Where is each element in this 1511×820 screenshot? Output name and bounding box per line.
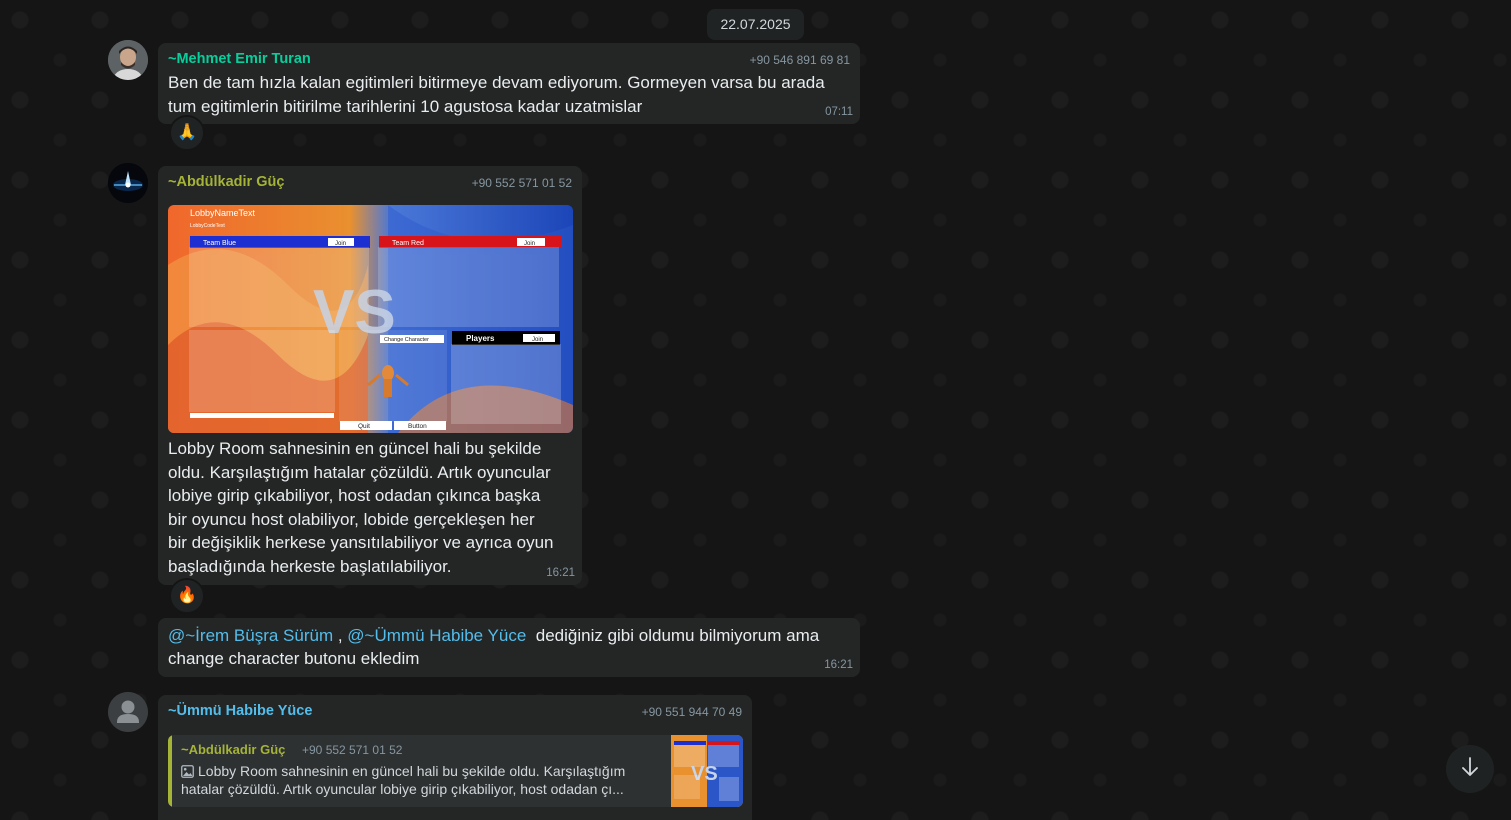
- image-join-blue: Join: [335, 241, 346, 247]
- quote-text-1: Lobby Room sahnesinin en güncel hali bu …: [198, 763, 626, 779]
- quote-phone: +90 552 571 01 52: [302, 743, 403, 757]
- image-lobby-code: LobbyCodeText: [190, 223, 225, 229]
- shared-image[interactable]: LobbyNameText LobbyCodeText Team Blue Jo…: [168, 205, 573, 433]
- image-change-character: Change Character: [384, 337, 429, 343]
- message-time: 16:21: [824, 659, 853, 671]
- sender-phone: +90 546 891 69 81: [749, 53, 850, 67]
- avatar-mehmet[interactable]: [108, 40, 148, 80]
- image-quit: Quit: [358, 423, 370, 430]
- message-time: 07:11: [825, 106, 853, 118]
- image-team-blue: Team Blue: [203, 240, 236, 247]
- reaction-badge[interactable]: 🙏: [169, 115, 205, 151]
- mention-irem[interactable]: @~İrem Büşra Sürüm: [168, 626, 333, 645]
- sender-name[interactable]: ~Mehmet Emir Turan: [168, 51, 311, 67]
- message-bubble-mehmet[interactable]: ~Mehmet Emir Turan +90 546 891 69 81 Ben…: [158, 43, 860, 124]
- message-bubble-mentions[interactable]: @~İrem Büşra Sürüm , @~Ümmü Habibe Yüce …: [158, 618, 860, 677]
- quote-text-line2: hatalar çözüldü. Artık oyuncular lobiye …: [181, 781, 624, 797]
- quoted-message[interactable]: ~Abdülkadir Güç +90 552 571 01 52 Lobby …: [168, 735, 743, 807]
- sender-phone: +90 551 944 70 49: [641, 705, 742, 719]
- message-bubble-ummu[interactable]: ~Ümmü Habibe Yüce +90 551 944 70 49 ~Abd…: [158, 695, 752, 820]
- date-chip: 22.07.2025: [707, 9, 804, 40]
- message-text-line2: change character butonu ekledim: [168, 649, 420, 668]
- image-team-red: Team Red: [392, 240, 424, 247]
- mention-ummu[interactable]: @~Ümmü Habibe Yüce: [347, 626, 526, 645]
- message-time: 16:21: [546, 567, 575, 579]
- image-join-red: Join: [524, 241, 535, 247]
- sender-name[interactable]: ~Ümmü Habibe Yüce: [168, 703, 312, 719]
- avatar-ummu[interactable]: [108, 692, 148, 732]
- quote-thumbnail: VS: [671, 735, 743, 807]
- image-join-players: Join: [532, 337, 543, 343]
- message-text: Ben de tam hızla kalan egitimleri bitirm…: [168, 73, 825, 116]
- message-text: Lobby Room sahnesinin en güncel hali bu …: [168, 439, 554, 576]
- person-icon: [108, 692, 148, 732]
- quote-sender: ~Abdülkadir Güç: [181, 742, 286, 757]
- message-bubble-abdulkadir[interactable]: ~Abdülkadir Güç +90 552 571 01 52 LobbyN…: [158, 166, 582, 585]
- image-button: Button: [408, 423, 427, 430]
- quote-text-line1: Lobby Room sahnesinin en güncel hali bu …: [181, 762, 625, 782]
- avatar-abdulkadir[interactable]: [108, 163, 148, 203]
- image-players: Players: [466, 334, 495, 343]
- sender-name[interactable]: ~Abdülkadir Güç: [168, 174, 284, 190]
- reaction-badge[interactable]: 🔥: [169, 578, 205, 614]
- scroll-to-bottom-button[interactable]: [1446, 745, 1494, 793]
- chat-panel[interactable]: 22.07.2025 ~Mehmet Emir Turan +90 546 89…: [0, 0, 1511, 820]
- arrow-down-icon: [1459, 756, 1481, 783]
- message-text-line1: @~İrem Büşra Sürüm , @~Ümmü Habibe Yüce …: [168, 624, 819, 648]
- sender-phone: +90 552 571 01 52: [471, 176, 572, 190]
- message-text-after: dediğiniz gibi oldumu bilmiyorum ama: [526, 626, 820, 645]
- mention-separator: ,: [333, 626, 348, 645]
- image-lobby-name: LobbyNameText: [190, 208, 256, 218]
- quote-accent-bar: [168, 735, 172, 807]
